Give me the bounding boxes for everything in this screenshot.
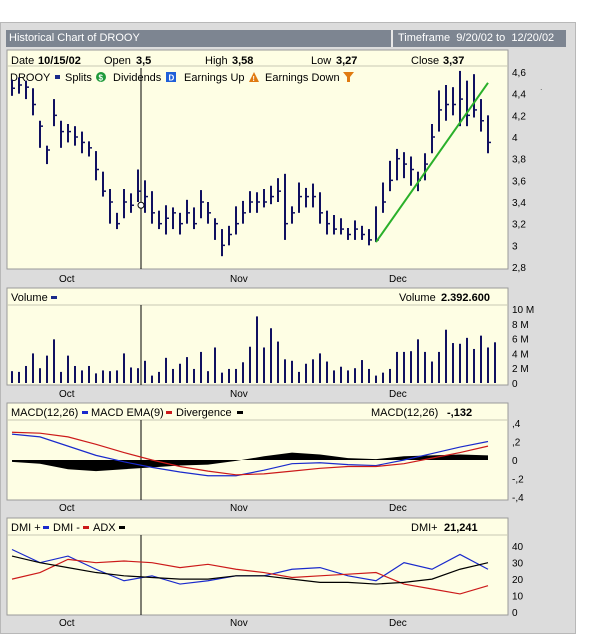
dmi-value-label: DMI+ xyxy=(411,522,438,534)
crosshair-marker xyxy=(137,201,145,209)
low-value: 3,27 xyxy=(336,55,357,67)
x-tick-dec-2: Dec xyxy=(389,389,407,400)
x-tick-dec-4: Dec xyxy=(389,618,407,629)
price-y-tick: 3,8 xyxy=(512,155,526,166)
high-label: High xyxy=(205,55,228,67)
dmi-y-tick: 30 xyxy=(512,559,524,570)
high-value: 3,58 xyxy=(232,55,253,67)
x-tick-oct-2: Oct xyxy=(59,389,75,400)
dmi-value: 21,241 xyxy=(444,522,478,534)
dmi-panel: DMI + DMI - ADX DMI+ 21,241 40 30 20 10 0 xyxy=(6,517,524,619)
x-tick-oct-3: Oct xyxy=(59,503,75,514)
square-marker-icon xyxy=(55,75,60,79)
dmi-legend-plus: DMI + xyxy=(11,522,41,534)
macd-y-axis: ,4 ,2 0 -,2 -,4 xyxy=(512,419,524,504)
price-y-tick: 3,2 xyxy=(512,220,526,231)
price-y-tick: 4 xyxy=(512,133,518,144)
x-tick-dec-3: Dec xyxy=(389,503,407,514)
x-tick-dec-1: Dec xyxy=(389,274,407,285)
x-tick-nov-1: Nov xyxy=(230,274,248,285)
volume-value-label: Volume xyxy=(399,292,436,304)
charts-svg: Date 10/15/02 Open 3,5 High 3,58 Low 3,2… xyxy=(6,49,543,629)
open-value: 3,5 xyxy=(136,55,151,67)
macd-y-tick: ,4 xyxy=(512,419,521,430)
dmi-legend-adx-swatch xyxy=(119,526,125,529)
x-tick-nov-3: Nov xyxy=(230,503,248,514)
macd-y-tick: -,4 xyxy=(512,493,524,504)
macd-legend-divergence-swatch xyxy=(237,411,243,414)
volume-y-tick: 8 M xyxy=(512,320,529,331)
close-value: 3,37 xyxy=(443,55,464,67)
legend-splits: Splits xyxy=(65,72,92,84)
price-y-tick: 4,2 xyxy=(512,111,526,122)
macd-panel: MACD(12,26) MACD EMA(9) Divergence MACD(… xyxy=(6,402,524,504)
dmi-y-axis: 40 30 20 10 0 xyxy=(512,542,524,619)
dmi-y-tick: 10 xyxy=(512,592,524,603)
symbol-label: DROOY xyxy=(10,72,51,84)
volume-y-tick: 10 M xyxy=(512,305,534,316)
dmi-y-tick: 20 xyxy=(512,575,524,586)
price-y-axis: 4,6 4,4 4,2 4 3,8 3,6 3,4 3,2 3 2,8 xyxy=(512,68,526,274)
low-label: Low xyxy=(311,55,331,67)
warning-triangle-icon-glyph: ! xyxy=(253,76,255,83)
volume-title: Volume xyxy=(11,292,48,304)
volume-y-tick: 4 M xyxy=(512,349,529,360)
volume-value: 2.392.600 xyxy=(441,292,490,304)
dmi-y-tick: 0 xyxy=(512,608,518,619)
volume-panel: Volume Volume 2.392.600 10 M 8 M 6 M 4 M 2 M… xyxy=(6,287,534,390)
dollar-icon-glyph: $ xyxy=(99,74,104,83)
macd-legend-ema-swatch xyxy=(166,411,172,414)
open-label: Open xyxy=(104,55,131,67)
macd-y-tick: -,2 xyxy=(512,475,524,486)
x-tick-nov-4: Nov xyxy=(230,618,248,629)
dmi-legend-minus-swatch xyxy=(83,526,89,529)
price-y-tick: 2,8 xyxy=(512,263,526,274)
volume-y-tick: 6 M xyxy=(512,335,529,346)
macd-y-tick: 0 xyxy=(512,456,518,467)
dmi-legend-plus-swatch xyxy=(43,526,49,529)
macd-legend-divergence: Divergence xyxy=(176,407,232,419)
x-tick-nov-2: Nov xyxy=(230,389,248,400)
date-label: Date xyxy=(11,55,34,67)
legend-earnings-down: Earnings Down xyxy=(265,72,340,84)
date-value: 10/15/02 xyxy=(38,55,81,67)
macd-legend-macd-swatch xyxy=(82,411,88,414)
d-box-icon-glyph: D xyxy=(169,74,175,83)
price-y-tick: 4,4 xyxy=(512,90,526,101)
macd-legend-macd: MACD(12,26) xyxy=(11,407,78,419)
volume-legend-marker xyxy=(51,296,57,299)
macd-value: -,132 xyxy=(447,407,472,419)
price-y-tick: 3 xyxy=(512,241,518,252)
dmi-legend-minus: DMI - xyxy=(53,522,80,534)
price-y-tick: 4,6 xyxy=(512,68,526,79)
close-label: Close xyxy=(411,55,439,67)
macd-y-tick: ,2 xyxy=(512,438,521,449)
volume-y-tick: 0 xyxy=(512,379,518,390)
x-tick-oct-1: Oct xyxy=(59,274,75,285)
dmi-y-tick: 40 xyxy=(512,542,524,553)
scroll-dot: . xyxy=(540,82,543,92)
x-tick-oct-4: Oct xyxy=(59,618,75,629)
legend-earnings-up: Earnings Up xyxy=(184,72,245,84)
dmi-legend-adx: ADX xyxy=(93,522,116,534)
volume-y-tick: 2 M xyxy=(512,364,529,375)
macd-legend-ema: MACD EMA(9) xyxy=(91,407,164,419)
price-y-tick: 3,6 xyxy=(512,176,526,187)
macd-value-label: MACD(12,26) xyxy=(371,407,438,419)
legend-dividends: Dividends xyxy=(113,72,162,84)
price-y-tick: 3,4 xyxy=(512,198,526,209)
volume-y-axis: 10 M 8 M 6 M 4 M 2 M 0 xyxy=(512,305,534,390)
price-panel: Date 10/15/02 Open 3,5 High 3,58 Low 3,2… xyxy=(6,49,543,274)
